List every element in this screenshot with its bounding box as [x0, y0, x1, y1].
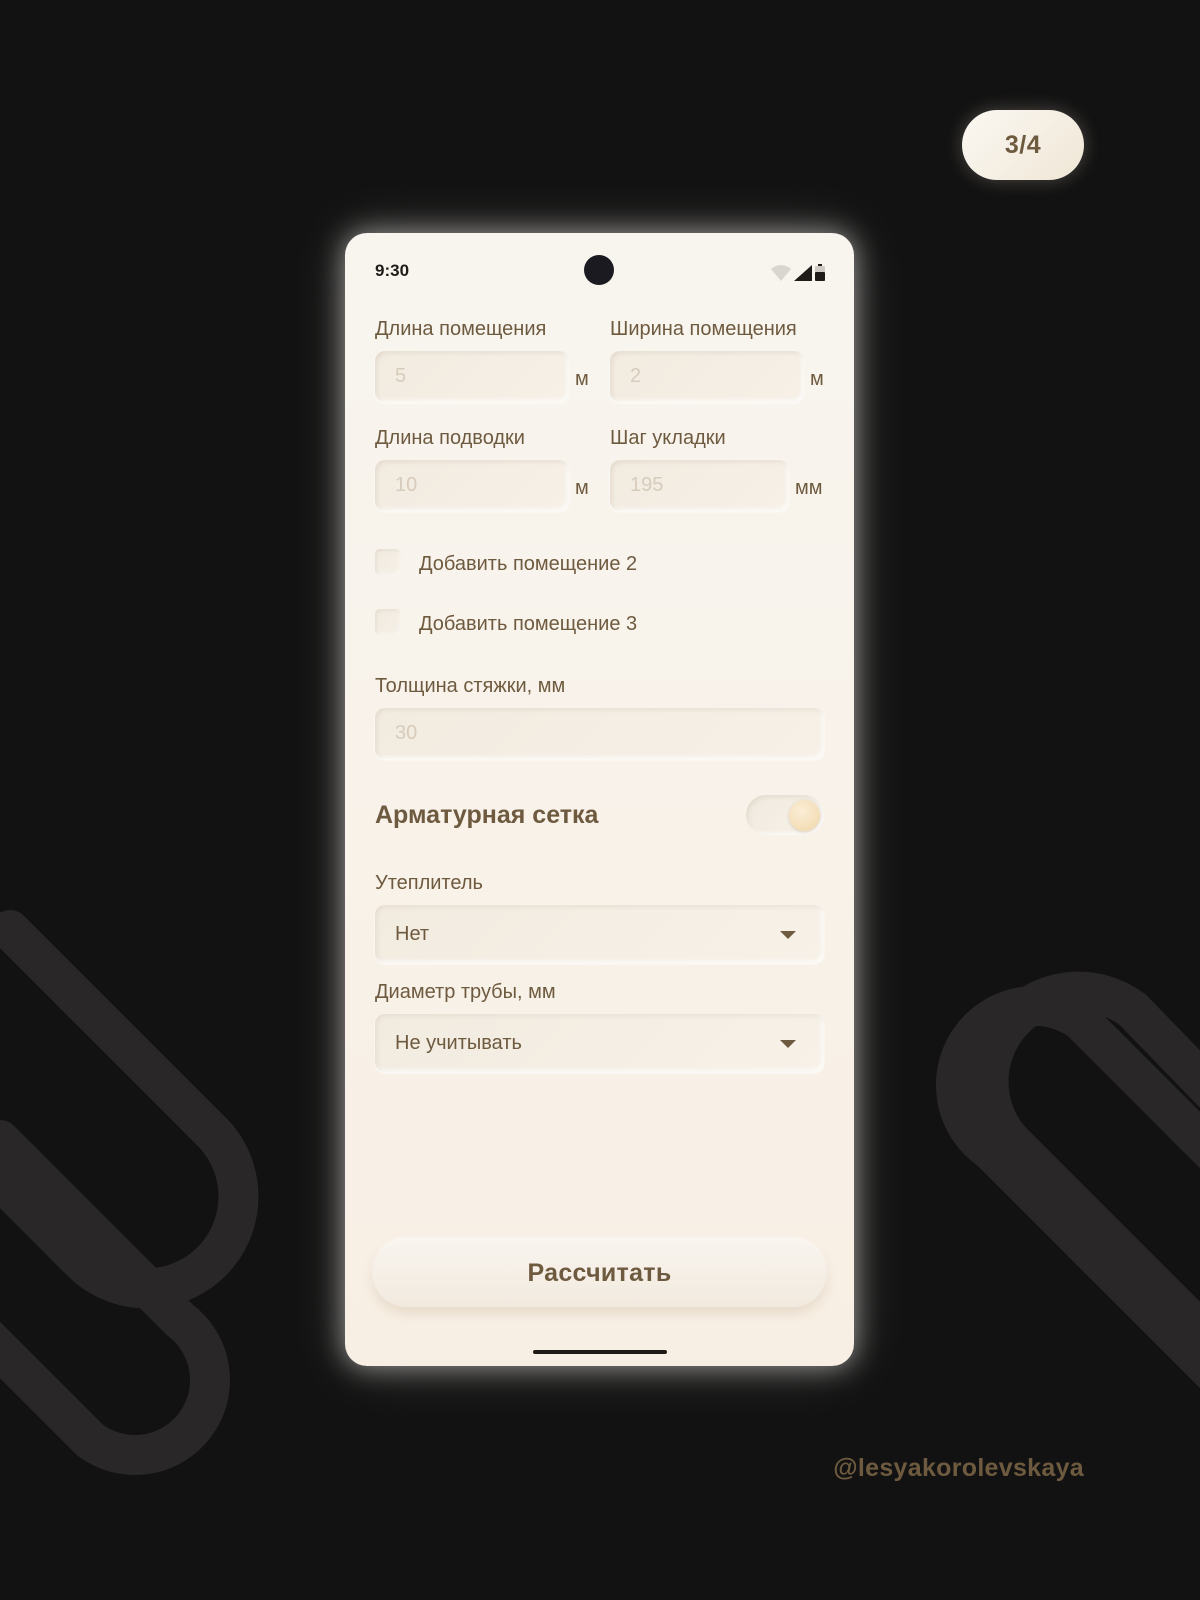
author-watermark: @lesyakorolevskaya: [833, 1454, 1084, 1482]
screed-thickness-label: Толщина стяжки, мм: [375, 675, 566, 697]
reinforcement-mesh-toggle[interactable]: [746, 795, 824, 835]
room-length-input[interactable]: 5: [375, 351, 569, 402]
feed-length-unit: м: [575, 477, 589, 499]
reinforcement-mesh-title: Арматурная сетка: [375, 801, 599, 829]
room-width-label: Ширина помещения: [610, 318, 797, 340]
wifi-icon: [771, 265, 791, 281]
camera-cutout: [584, 255, 614, 285]
chevron-down-icon: [780, 1040, 796, 1048]
room-length-label: Длина помещения: [375, 318, 547, 340]
feed-length-input[interactable]: 10: [375, 460, 569, 511]
status-icons: [771, 264, 825, 281]
insulation-selected-value: Нет: [395, 922, 430, 945]
signal-icon: [794, 265, 812, 281]
laying-step-unit: мм: [795, 477, 823, 499]
screed-thickness-input[interactable]: 30: [375, 708, 824, 759]
status-bar: 9:30: [345, 233, 854, 303]
add-room-3-label[interactable]: Добавить помещение 3: [419, 614, 637, 634]
room-length-unit: м: [575, 368, 589, 390]
toggle-knob: [789, 800, 820, 831]
calculate-button[interactable]: Рассчитать: [373, 1240, 826, 1307]
battery-icon: [815, 264, 825, 281]
laying-step-label: Шаг укладки: [610, 427, 726, 449]
pipe-diameter-selected-value: Не учитывать: [395, 1031, 522, 1054]
add-room-3-checkbox[interactable]: [375, 609, 401, 635]
page-indicator: 3/4: [962, 110, 1084, 180]
add-room-2-label[interactable]: Добавить помещение 2: [419, 554, 637, 574]
status-time: 9:30: [375, 261, 410, 280]
room-width-input[interactable]: 2: [610, 351, 804, 402]
laying-step-input[interactable]: 195: [610, 460, 789, 511]
room-width-unit: м: [810, 368, 824, 390]
phone-screen: 9:30 Длина помещения 5 м Ширина помещени…: [345, 233, 854, 1366]
feed-length-label: Длина подводки: [375, 427, 525, 449]
insulation-label: Утеплитель: [375, 872, 483, 894]
home-indicator[interactable]: [533, 1350, 667, 1354]
chevron-down-icon: [780, 931, 796, 939]
add-room-2-checkbox[interactable]: [375, 549, 401, 575]
pipe-diameter-label: Диаметр трубы, мм: [375, 981, 556, 1003]
insulation-select[interactable]: Нет: [375, 905, 824, 963]
pipe-diameter-select[interactable]: Не учитывать: [375, 1014, 824, 1072]
